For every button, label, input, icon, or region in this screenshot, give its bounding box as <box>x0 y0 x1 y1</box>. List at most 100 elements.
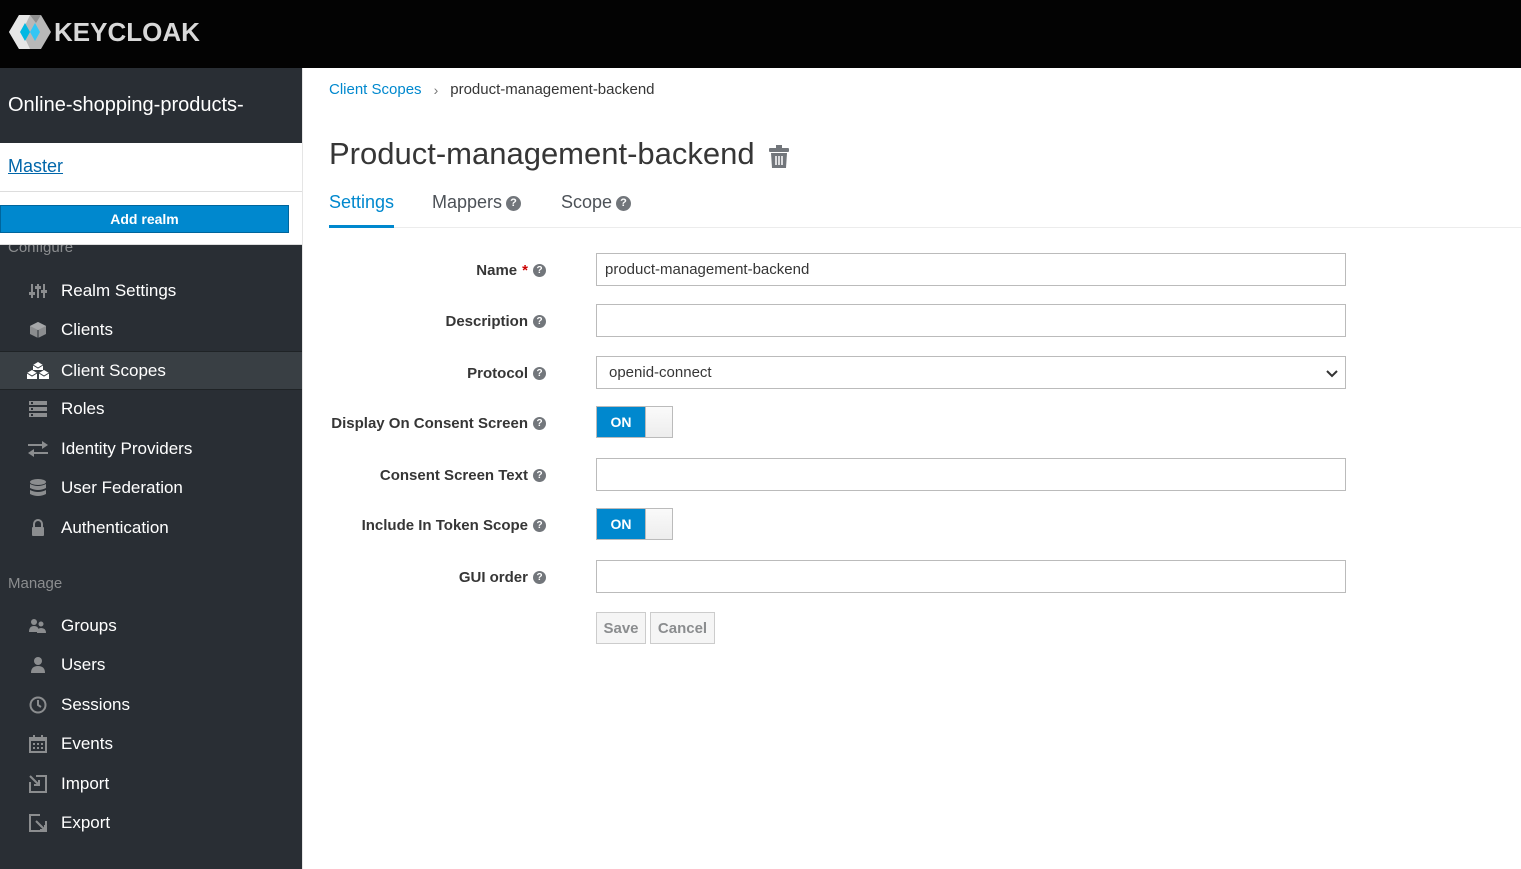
display-on-consent-label: Display On Consent Screen ? <box>331 406 546 440</box>
description-input[interactable] <box>596 304 1346 337</box>
toggle-on-label: ON <box>597 407 645 437</box>
cubes-icon <box>26 361 50 380</box>
sidebar-item-events[interactable]: Events <box>0 724 302 763</box>
realm-option-master[interactable]: Master <box>8 156 63 177</box>
help-icon[interactable]: ? <box>533 314 546 328</box>
breadcrumb-client-scopes-link[interactable]: Client Scopes <box>329 81 422 98</box>
sidebar-item-label: Import <box>61 773 110 793</box>
sidebar-item-client-scopes[interactable]: Client Scopes <box>0 351 302 390</box>
name-label: Name * ? <box>476 253 546 287</box>
form-row-description: Description ? <box>303 304 1521 338</box>
form-row-protocol: Protocol ? openid-connect <box>303 356 1521 390</box>
user-icon <box>26 656 50 674</box>
required-marker: * <box>522 261 528 279</box>
sidebar-item-sessions[interactable]: Sessions <box>0 685 302 724</box>
sidebar-item-label: Sessions <box>61 694 130 714</box>
tab-label: Settings <box>329 192 395 212</box>
help-icon[interactable]: ? <box>533 468 546 482</box>
include-in-token-scope-label: Include In Token Scope ? <box>362 508 546 542</box>
manage-section-label: Manage <box>8 575 63 592</box>
help-icon[interactable]: ? <box>533 263 546 277</box>
protocol-label: Protocol ? <box>467 356 546 390</box>
help-icon[interactable]: ? <box>506 196 522 211</box>
help-icon[interactable]: ? <box>533 570 546 584</box>
breadcrumb-separator: › <box>433 81 439 98</box>
sidebar: Online-shopping-products- Configure Mast… <box>0 68 302 869</box>
cube-icon <box>26 321 50 339</box>
gui-order-input[interactable] <box>596 560 1346 593</box>
sidebar-item-identity-providers[interactable]: Identity Providers <box>0 429 302 468</box>
sidebar-item-label: Authentication <box>61 517 169 537</box>
form-actions: Save Cancel <box>303 612 1521 646</box>
sidebar-item-label: Users <box>61 654 106 674</box>
sidebar-item-authentication[interactable]: Authentication <box>0 508 302 547</box>
form-row-include-in-token-scope: Include In Token Scope ? ON <box>303 508 1521 542</box>
consent-text-input[interactable] <box>596 458 1346 491</box>
sidebar-item-import[interactable]: Import <box>0 764 302 803</box>
page-title: Product-management-backend <box>329 136 755 171</box>
sidebar-item-users[interactable]: Users <box>0 645 302 684</box>
help-icon[interactable]: ? <box>533 416 546 430</box>
help-icon[interactable]: ? <box>533 518 546 532</box>
list-icon <box>26 400 50 418</box>
description-label-text: Description <box>445 312 528 330</box>
consent-text-label: Consent Screen Text ? <box>380 458 546 492</box>
form-row-name: Name * ? product-management-backend <box>303 253 1521 287</box>
main-content: Client Scopes › product-management-backe… <box>302 68 1521 869</box>
toggle-knob <box>645 509 672 539</box>
tab-settings[interactable]: Settings <box>329 192 395 228</box>
protocol-select-value: openid-connect <box>609 364 712 381</box>
sidebar-item-export[interactable]: Export <box>0 803 302 842</box>
keycloak-logo[interactable]: KEYCLOAK <box>8 13 200 51</box>
keycloak-logo-text: KEYCLOAK <box>54 16 200 47</box>
users-icon <box>26 617 50 635</box>
import-icon <box>26 774 50 793</box>
form-row-consent-text: Consent Screen Text ? <box>303 458 1521 492</box>
add-realm-button[interactable]: Add realm <box>0 205 289 233</box>
include-in-token-scope-toggle[interactable]: ON <box>596 508 673 540</box>
protocol-select[interactable]: openid-connect <box>596 356 1346 389</box>
sidebar-item-realm-settings[interactable]: Realm Settings <box>0 271 302 310</box>
sidebar-item-roles[interactable]: Roles <box>0 389 302 428</box>
sidebar-item-clients[interactable]: Clients <box>0 310 302 349</box>
trash-icon[interactable] <box>768 145 790 169</box>
include-in-token-scope-label-text: Include In Token Scope <box>361 516 528 534</box>
display-on-consent-toggle[interactable]: ON <box>596 406 673 438</box>
export-icon <box>26 813 50 832</box>
tab-label: Mappers <box>432 192 503 212</box>
top-navbar: KEYCLOAK <box>0 0 1521 68</box>
form-row-display-on-consent: Display On Consent Screen ? ON <box>303 406 1521 440</box>
description-label: Description ? <box>445 304 546 338</box>
keycloak-logo-icon <box>8 13 52 51</box>
name-label-text: Name <box>476 261 518 279</box>
gui-order-label: GUI order ? <box>459 560 546 594</box>
lock-icon <box>26 519 50 537</box>
tab-mappers[interactable]: Mappers ? <box>432 192 522 228</box>
realm-menu-divider <box>0 191 302 192</box>
sliders-icon <box>26 282 50 300</box>
sidebar-item-groups[interactable]: Groups <box>0 606 302 645</box>
tab-scope[interactable]: Scope ? <box>561 192 632 228</box>
gui-order-label-text: GUI order <box>458 568 528 586</box>
consent-text-label-text: Consent Screen Text <box>379 466 528 484</box>
sidebar-item-label: Groups <box>61 615 117 635</box>
sidebar-item-user-federation[interactable]: User Federation <box>0 468 302 507</box>
tab-label: Scope <box>561 192 613 212</box>
sidebar-item-label: Export <box>61 812 111 832</box>
clock-icon <box>26 696 50 714</box>
chevron-down-icon <box>1325 366 1339 380</box>
protocol-label-text: Protocol <box>467 364 528 382</box>
save-button[interactable]: Save <box>596 612 646 644</box>
sidebar-item-label: Events <box>61 733 113 753</box>
toggle-on-label: ON <box>597 509 645 539</box>
realm-selector[interactable]: Online-shopping-products- <box>8 94 244 117</box>
database-icon <box>26 478 50 497</box>
help-icon[interactable]: ? <box>533 366 546 380</box>
sidebar-item-label: Client Scopes <box>61 360 166 380</box>
name-input[interactable]: product-management-backend <box>596 253 1346 286</box>
tab-bar: Settings Mappers ? Scope ? <box>329 192 1521 228</box>
realm-dropdown-menu: Master Add realm <box>0 143 302 245</box>
help-icon[interactable]: ? <box>616 196 632 211</box>
cancel-button[interactable]: Cancel <box>650 612 715 644</box>
sidebar-item-label: Clients <box>61 319 113 339</box>
